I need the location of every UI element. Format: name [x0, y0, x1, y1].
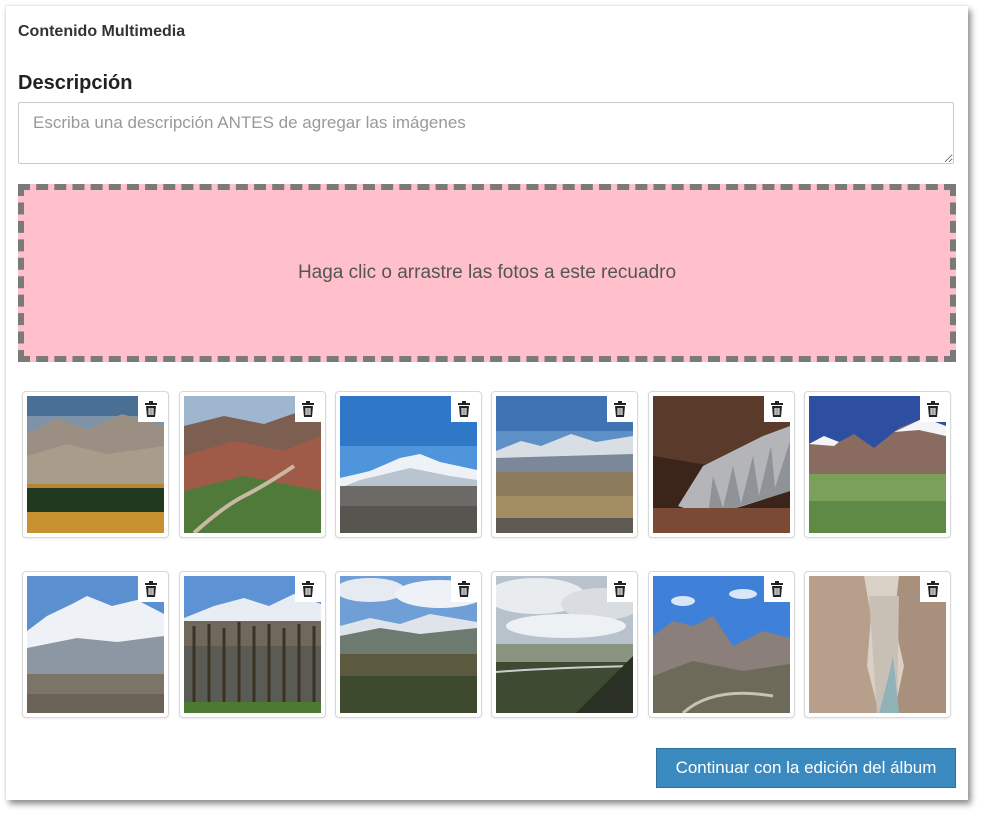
- trash-icon[interactable]: [607, 576, 633, 602]
- photo-thumbnail[interactable]: [335, 571, 482, 718]
- photo-dropzone[interactable]: Haga clic o arrastre las fotos a este re…: [18, 184, 956, 362]
- trash-icon[interactable]: [764, 396, 790, 422]
- trash-icon[interactable]: [138, 396, 164, 422]
- multimedia-panel: Contenido Multimedia Descripción Haga cl…: [6, 6, 968, 800]
- trash-icon[interactable]: [295, 576, 321, 602]
- trash-icon[interactable]: [764, 576, 790, 602]
- photo-thumbnail[interactable]: [22, 391, 169, 538]
- photo-thumbnail[interactable]: [179, 391, 326, 538]
- photo-thumbnail[interactable]: [648, 571, 795, 718]
- photo-thumbnail[interactable]: [491, 391, 638, 538]
- trash-icon[interactable]: [920, 576, 946, 602]
- trash-icon[interactable]: [607, 396, 633, 422]
- trash-icon[interactable]: [451, 396, 477, 422]
- photo-thumbnail[interactable]: [335, 391, 482, 538]
- photo-thumbnail[interactable]: [804, 391, 951, 538]
- section-title: Contenido Multimedia: [18, 23, 186, 40]
- trash-icon[interactable]: [920, 396, 946, 422]
- photo-thumbnail[interactable]: [491, 571, 638, 718]
- trash-icon[interactable]: [138, 576, 164, 602]
- photo-thumbnail[interactable]: [22, 571, 169, 718]
- trash-icon[interactable]: [451, 576, 477, 602]
- photo-thumbnail[interactable]: [804, 571, 951, 718]
- trash-icon[interactable]: [295, 396, 321, 422]
- description-input[interactable]: [18, 102, 954, 164]
- photo-thumbnail[interactable]: [648, 391, 795, 538]
- photo-thumbnail[interactable]: [179, 571, 326, 718]
- continue-button[interactable]: Continuar con la edición del álbum: [656, 748, 956, 788]
- description-label: Descripción: [18, 72, 133, 94]
- dropzone-text: Haga clic o arrastre las fotos a este re…: [297, 262, 677, 283]
